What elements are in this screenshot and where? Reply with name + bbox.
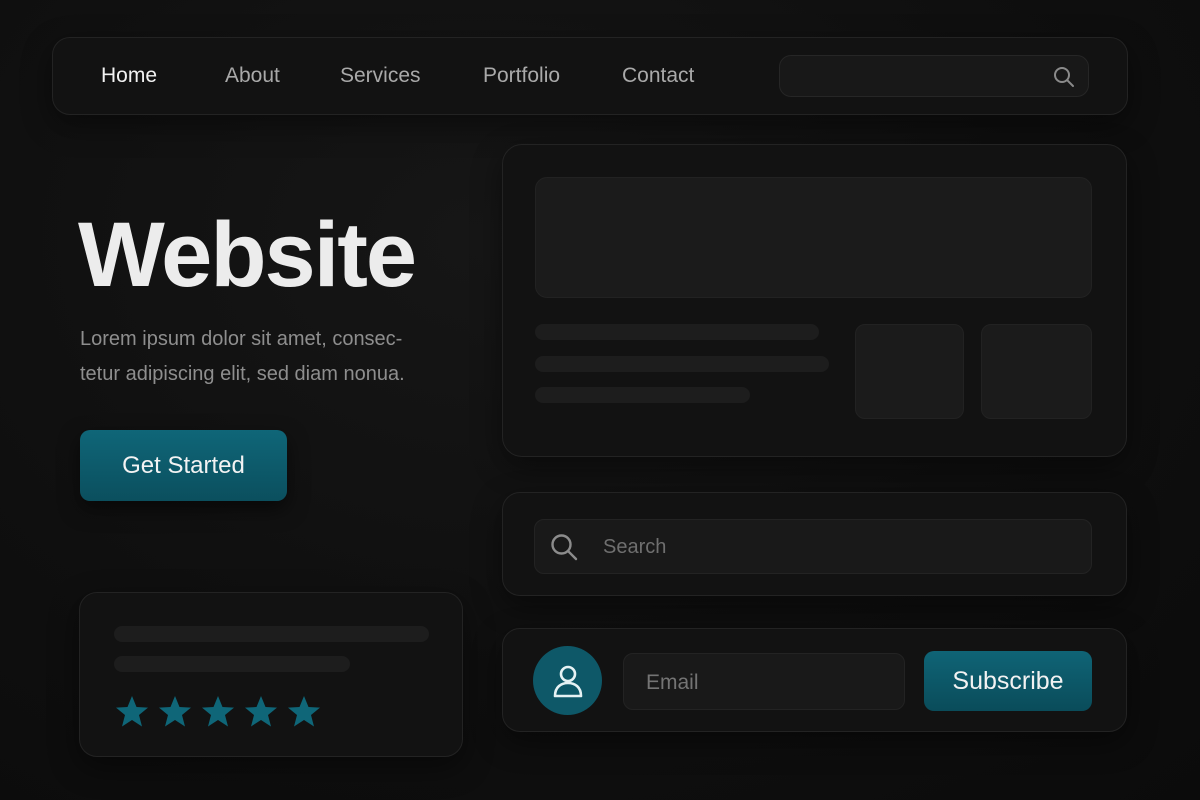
email-box bbox=[623, 653, 905, 711]
nav-item-services[interactable]: Services bbox=[340, 38, 421, 114]
preview-text-line-placeholder bbox=[535, 324, 819, 340]
search-icon[interactable] bbox=[1052, 65, 1076, 89]
get-started-button[interactable]: Get Started bbox=[80, 430, 287, 501]
navbar: Home About Services Portfolio Contact bbox=[52, 37, 1128, 115]
subscribe-button[interactable]: Subscribe bbox=[924, 651, 1092, 711]
nav-item-portfolio[interactable]: Portfolio bbox=[483, 38, 560, 114]
nav-item-about[interactable]: About bbox=[225, 38, 280, 114]
search-input[interactable] bbox=[601, 520, 1075, 575]
nav-item-contact[interactable]: Contact bbox=[622, 38, 694, 114]
user-icon bbox=[553, 665, 582, 697]
search-box bbox=[534, 519, 1092, 575]
star-icon[interactable] bbox=[114, 694, 150, 730]
subscribe-card: Subscribe bbox=[502, 628, 1127, 732]
nav-search-box bbox=[779, 55, 1089, 98]
preview-thumbnail-placeholder bbox=[855, 324, 964, 419]
avatar[interactable] bbox=[533, 646, 602, 715]
star-rating bbox=[114, 694, 322, 730]
nav-search-input[interactable] bbox=[792, 56, 1036, 98]
hero-description: Lorem ipsum dolor sit amet, consec- tetu… bbox=[80, 322, 460, 392]
preview-card bbox=[502, 144, 1127, 457]
star-icon[interactable] bbox=[286, 694, 322, 730]
email-field[interactable] bbox=[644, 654, 898, 711]
review-card bbox=[79, 592, 463, 757]
preview-banner-placeholder bbox=[535, 177, 1092, 298]
preview-text-line-placeholder bbox=[535, 387, 750, 403]
search-card bbox=[502, 492, 1127, 596]
star-icon[interactable] bbox=[243, 694, 279, 730]
search-icon[interactable] bbox=[549, 532, 579, 562]
hero-description-line: Lorem ipsum dolor sit amet, consec- bbox=[80, 328, 403, 350]
preview-thumbnail-placeholder bbox=[981, 324, 1092, 419]
review-text-line-placeholder bbox=[114, 626, 429, 642]
nav-item-home[interactable]: Home bbox=[101, 38, 157, 114]
review-text-line-placeholder bbox=[114, 656, 350, 672]
star-icon[interactable] bbox=[200, 694, 236, 730]
preview-text-line-placeholder bbox=[535, 356, 829, 372]
hero-description-line: tetur adipiscing elit, sed diam nonua. bbox=[80, 363, 405, 385]
hero-title: Website bbox=[78, 204, 417, 306]
star-icon[interactable] bbox=[157, 694, 193, 730]
